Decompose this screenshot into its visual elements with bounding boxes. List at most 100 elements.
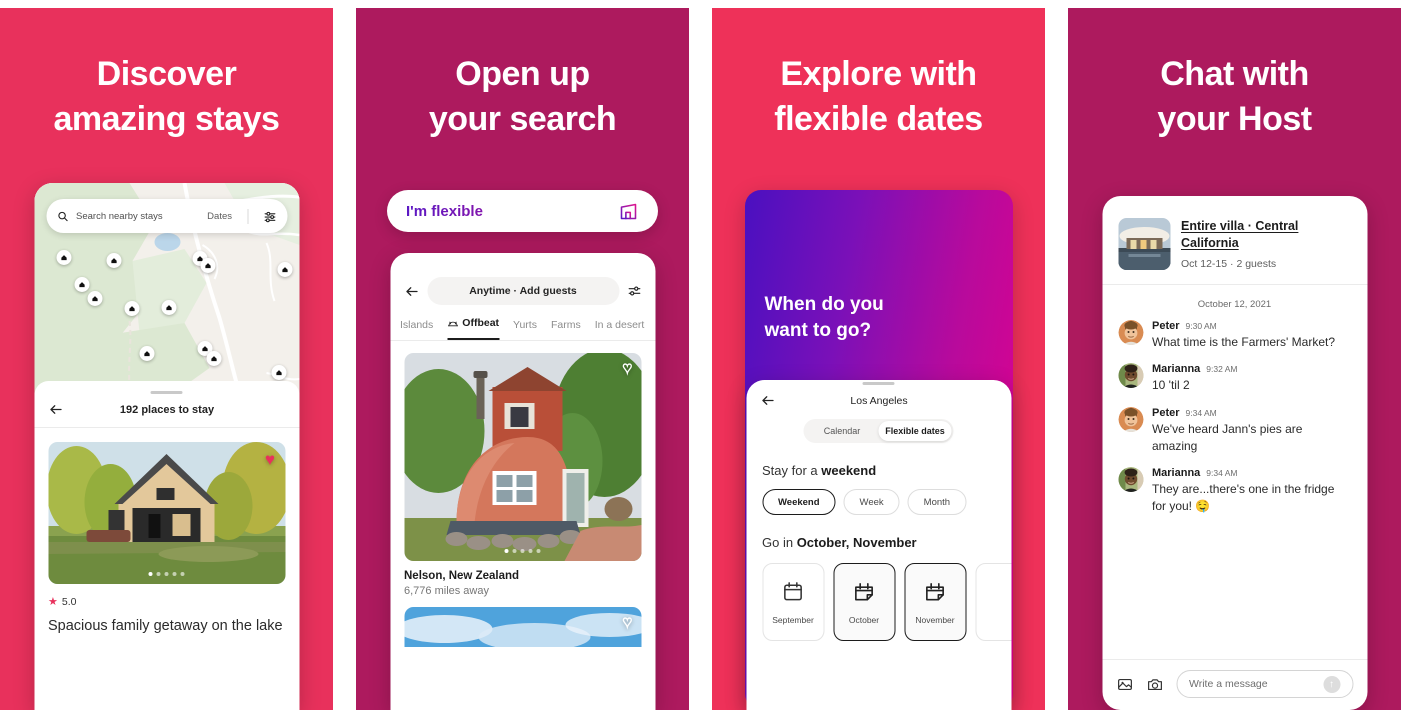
map-pin[interactable] — [271, 365, 286, 380]
avatar[interactable] — [1118, 363, 1143, 389]
map-pin[interactable] — [87, 291, 102, 306]
month-card-next[interactable] — [975, 563, 1011, 641]
results-sheet: 192 places to stay ♥ ★ 5.0 Spacious fami… — [34, 381, 299, 637]
sheet-header: 192 places to stay — [34, 402, 299, 428]
month-card-september[interactable]: September — [762, 563, 824, 641]
category-tabs[interactable]: Islands Offbeat Yurts Farms In a desert — [390, 305, 655, 341]
phone-screen-map: Search nearby stays Dates 192 places to … — [34, 183, 299, 710]
im-flexible-button[interactable]: I'm flexible — [387, 190, 658, 232]
segment-calendar[interactable]: Calendar — [806, 421, 879, 441]
map-pin[interactable] — [124, 301, 139, 316]
dome-house-photo[interactable]: ♥ — [404, 353, 641, 561]
message-meta: Marianna 9:32 AM — [1152, 363, 1237, 375]
message-body: Marianna 9:34 AM They are...there's one … — [1152, 467, 1351, 516]
month-card-november[interactable]: November — [904, 563, 966, 641]
dome-house-image — [404, 353, 641, 561]
phone-screen-search: Anytime · Add guests Islands Offbeat Yur… — [390, 253, 655, 710]
map-pin[interactable] — [74, 277, 89, 292]
next-result-photo[interactable]: ♥ — [404, 607, 641, 647]
dates-filter-label[interactable]: Dates — [207, 211, 232, 222]
filter-icon[interactable] — [627, 284, 641, 298]
map-pin[interactable] — [200, 258, 215, 273]
message-item: Marianna 9:32 AM 10 'til 2 — [1118, 363, 1351, 394]
search-result-card[interactable]: ♥ Nelson, New Zealand 6,776 miles away ♥ — [390, 341, 655, 647]
panel-discover: Discover amazing stays Search nearby sta… — [0, 8, 333, 710]
map-pin[interactable] — [139, 346, 154, 361]
anytime-add-guests-label: Anytime · Add guests — [469, 285, 577, 297]
chat-date-divider: October 12, 2021 — [1197, 299, 1272, 310]
favorite-heart-icon[interactable]: ♥ — [622, 614, 633, 631]
segment-flexible-dates[interactable]: Flexible dates — [878, 421, 952, 441]
listing-photo[interactable]: ♥ — [48, 442, 285, 584]
favorite-heart-icon[interactable]: ♥ — [265, 451, 275, 468]
listing-card[interactable]: ♥ ★ 5.0 Spacious family getaway on the l… — [34, 428, 299, 637]
panel-4-headline: Chat with your Host — [1068, 8, 1401, 142]
category-tab-yurts[interactable]: Yurts — [513, 319, 537, 340]
map-pin[interactable] — [56, 250, 71, 265]
listing-title[interactable]: Entire villa · Central California — [1181, 218, 1351, 253]
message-body: Peter 9:30 AM What time is the Farmers' … — [1152, 320, 1335, 351]
calendar-icon — [784, 581, 802, 600]
message-meta: Peter 9:34 AM — [1152, 407, 1351, 419]
avatar-marianna — [1118, 467, 1143, 493]
listing-thumbnail[interactable] — [1118, 218, 1170, 270]
card-subtitle: 6,776 miles away — [404, 585, 489, 597]
photo-library-icon[interactable] — [1116, 676, 1133, 693]
month-card-september-label: September — [772, 614, 814, 625]
headline-line-2: your Host — [1157, 99, 1312, 138]
duration-chip-week[interactable]: Week — [843, 489, 900, 515]
card-title: Nelson, New Zealand — [404, 570, 520, 582]
sheet-grabber[interactable] — [862, 382, 895, 385]
duration-chip-month[interactable]: Month — [907, 489, 967, 515]
map-pin[interactable] — [206, 351, 221, 366]
headline-line-2: your search — [428, 99, 617, 138]
sender-name: Peter — [1152, 406, 1180, 419]
send-button[interactable]: ↑ — [1323, 675, 1340, 693]
category-tab-offbeat[interactable]: Offbeat — [447, 317, 500, 340]
filter-icon[interactable] — [263, 210, 276, 223]
panel-2-headline: Open up your search — [356, 8, 689, 142]
category-tab-farms[interactable]: Farms — [551, 319, 581, 340]
message-composer: Write a message ↑ — [1102, 659, 1367, 710]
category-tab-in-a-desert[interactable]: In a desert — [595, 319, 645, 340]
search-input[interactable]: Search nearby stays — [76, 211, 199, 222]
map-pin[interactable] — [106, 253, 121, 268]
search-bar[interactable]: Search nearby stays Dates — [46, 199, 287, 233]
map-view[interactable]: Search nearby stays Dates — [34, 183, 299, 393]
category-tab-islands[interactable]: Islands — [400, 319, 433, 340]
month-selector[interactable]: September October November — [746, 563, 1011, 641]
avatar[interactable] — [1118, 320, 1143, 345]
destination-title: Los Angeles — [850, 394, 908, 407]
headline-line-1: Open up — [455, 55, 590, 93]
stay-duration-label: Stay for a weekend — [746, 463, 1011, 478]
chat-header[interactable]: Entire villa · Central California Oct 12… — [1102, 196, 1367, 285]
avatar[interactable] — [1118, 406, 1143, 432]
date-mode-segmented-control[interactable]: Calendar Flexible dates — [803, 419, 954, 443]
favorite-heart-icon[interactable]: ♥ — [622, 360, 633, 377]
camera-icon[interactable] — [1146, 676, 1163, 693]
category-tab-offbeat-label: Offbeat — [462, 317, 500, 329]
panel-chat-with-host: Chat with your Host Entire villa · Centr… — [1068, 8, 1401, 710]
map-pin[interactable] — [277, 262, 292, 277]
go-in-label: Go in October, November — [746, 535, 1011, 550]
listing-title: Spacious family getaway on the lake — [48, 618, 283, 634]
listing-rating: ★ 5.0 — [48, 595, 285, 609]
duration-chips[interactable]: Weekend Week Month — [746, 489, 1011, 515]
month-card-october[interactable]: October — [833, 563, 895, 641]
sheet-grabber[interactable] — [150, 391, 183, 394]
map-pin[interactable] — [161, 300, 176, 315]
phone-screen-dates: Los Angeles Calendar Flexible dates Stay… — [746, 380, 1011, 710]
avatar[interactable] — [1118, 467, 1143, 493]
duration-chip-weekend[interactable]: Weekend — [762, 489, 836, 515]
hero-question-line-2: want to go? — [764, 320, 872, 342]
phone-screen-chat: Entire villa · Central California Oct 12… — [1102, 196, 1367, 710]
message-time: 9:30 AM — [1185, 321, 1217, 331]
trip-details: Oct 12-15 · 2 guests — [1181, 257, 1277, 270]
sender-name: Peter — [1152, 320, 1180, 332]
back-arrow-icon[interactable] — [404, 284, 419, 299]
message-input[interactable]: Write a message ↑ — [1176, 670, 1353, 698]
avatar-peter — [1118, 406, 1143, 432]
dates-topbar: Los Angeles — [746, 393, 1011, 408]
message-item: Marianna 9:34 AM They are...there's one … — [1118, 467, 1351, 516]
anytime-add-guests-button[interactable]: Anytime · Add guests — [427, 277, 619, 305]
